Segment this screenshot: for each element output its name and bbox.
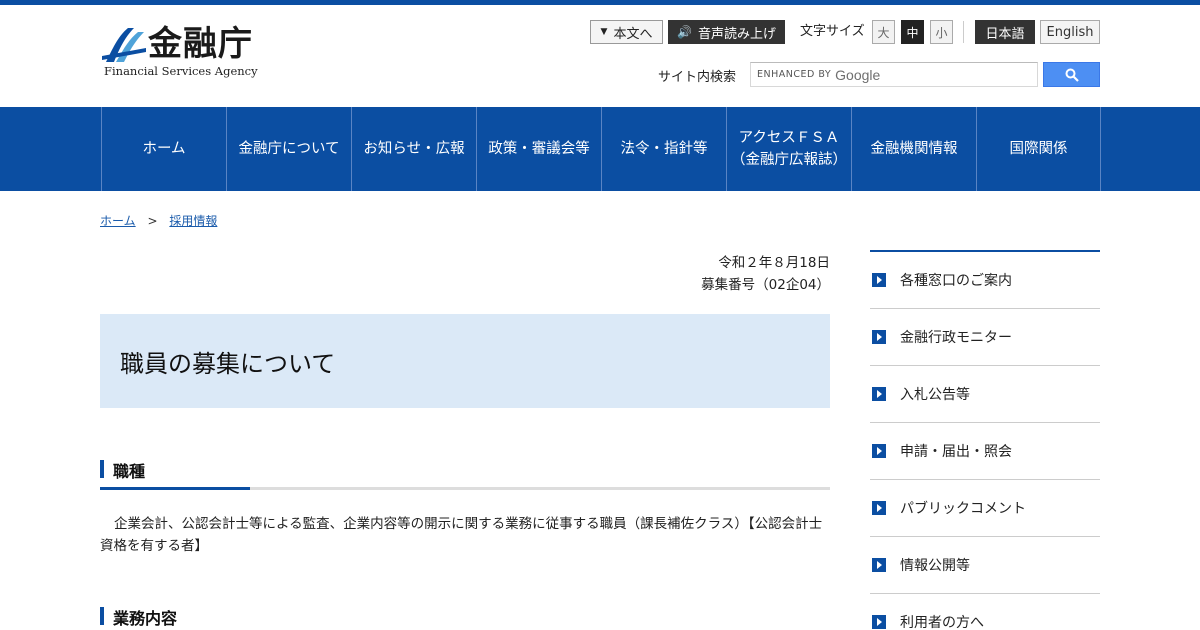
- breadcrumb: ホーム > 採用情報: [100, 212, 217, 229]
- arrow-right-icon: [872, 558, 886, 572]
- section-heading-job-type-text: 職種: [113, 462, 146, 481]
- sidebar-item-monitor[interactable]: 金融行政モニター: [870, 309, 1100, 366]
- date-block: 令和２年８月18日 募集番号（02企04）: [701, 252, 830, 296]
- fsa-logo-mark-icon: [102, 28, 146, 62]
- nav-item-home[interactable]: ホーム: [101, 107, 226, 191]
- sidebar-item-bidding[interactable]: 入札公告等: [870, 366, 1100, 423]
- section-heading-duties-text: 業務内容: [113, 609, 178, 628]
- sidebar-menu: 各種窓口のご案内 金融行政モニター 入札公告等 申請・届出・照会 パブリックコメ…: [870, 250, 1100, 630]
- skip-to-content-button[interactable]: ▼ 本文へ: [590, 20, 663, 44]
- site-search-label: サイト内検索: [658, 70, 737, 85]
- sidebar-item-label: 入札公告等: [900, 387, 970, 403]
- sidebar-item-disclosure[interactable]: 情報公開等: [870, 537, 1100, 594]
- site-search-input[interactable]: ENHANCED BY Google: [750, 62, 1038, 87]
- logo-japanese-text: 金融庁: [148, 24, 253, 64]
- nav-item-news[interactable]: お知らせ・広報: [351, 107, 476, 191]
- arrow-right-icon: [872, 387, 886, 401]
- search-enhanced-text: ENHANCED BY: [757, 69, 832, 80]
- nav-item-about[interactable]: 金融庁について: [226, 107, 351, 191]
- page-title-box: 職員の募集について: [100, 314, 830, 408]
- nav-item-laws[interactable]: 法令・指針等: [601, 107, 726, 191]
- breadcrumb-recruit-link[interactable]: 採用情報: [169, 214, 217, 228]
- search-google-text: Google: [835, 66, 881, 83]
- breadcrumb-separator: >: [147, 214, 158, 228]
- voice-reading-label: 音声読み上げ: [697, 26, 776, 42]
- nav-item-policy[interactable]: 政策・審議会等: [476, 107, 601, 191]
- publish-date: 令和２年８月18日: [718, 255, 830, 271]
- font-size-medium-button[interactable]: 中: [901, 20, 924, 44]
- arrow-right-icon: [872, 273, 886, 287]
- font-size-label: 文字サイズ: [800, 24, 865, 39]
- logo-english-text: Financial Services Agency: [104, 64, 258, 78]
- arrow-right-icon: [872, 615, 886, 629]
- sidebar-item-label: 利用者の方へ: [900, 615, 984, 630]
- heading-bar: [100, 607, 104, 625]
- search-button[interactable]: [1043, 62, 1100, 87]
- arrow-right-icon: [872, 330, 886, 344]
- language-japanese-button[interactable]: 日本語: [975, 20, 1035, 44]
- heading-underline-accent: [100, 487, 250, 490]
- sidebar-item-applications[interactable]: 申請・届出・照会: [870, 423, 1100, 480]
- nav-item-international[interactable]: 国際関係: [976, 107, 1101, 191]
- nav-item-institutions[interactable]: 金融機関情報: [851, 107, 976, 191]
- arrow-right-icon: [872, 444, 886, 458]
- language-english-button[interactable]: English: [1040, 20, 1100, 44]
- sidebar-item-contacts[interactable]: 各種窓口のご案内: [870, 252, 1100, 309]
- sidebar-item-label: 各種窓口のご案内: [900, 273, 1012, 289]
- search-icon: [1065, 68, 1079, 82]
- heading-underline: [100, 487, 830, 490]
- sidebar-item-users[interactable]: 利用者の方へ: [870, 594, 1100, 630]
- arrow-right-icon: [872, 501, 886, 515]
- nav-item-access-fsa-label: アクセスＦＳＡ: [738, 130, 840, 146]
- sidebar-item-label: 情報公開等: [900, 558, 970, 574]
- top-accent-bar: [0, 0, 1200, 5]
- font-size-large-button[interactable]: 大: [872, 20, 895, 44]
- font-size-small-button[interactable]: 小: [930, 20, 953, 44]
- sidebar-item-label: 金融行政モニター: [900, 330, 1012, 346]
- nav-item-access-fsa-sub: （金融庁広報誌）: [731, 152, 847, 168]
- sidebar-item-label: 申請・届出・照会: [900, 444, 1012, 460]
- recruit-number: 募集番号（02企04）: [701, 277, 830, 293]
- global-nav: ホーム 金融庁について お知らせ・広報 政策・審議会等 法令・指針等 アクセスＦ…: [0, 107, 1200, 191]
- utility-divider: [963, 21, 964, 43]
- nav-item-access-fsa[interactable]: アクセスＦＳＡ （金融庁広報誌）: [726, 107, 851, 191]
- skip-to-content-label: 本文へ: [613, 26, 653, 42]
- triangle-down-icon: ▼: [600, 27, 608, 37]
- speaker-icon: 🔊: [677, 25, 692, 39]
- job-type-description: 企業会計、公認会計士等による監査、企業内容等の開示に関する業務に従事する職員（課…: [100, 516, 823, 554]
- heading-bar: [100, 460, 104, 478]
- sidebar-item-public-comment[interactable]: パブリックコメント: [870, 480, 1100, 537]
- fsa-logo[interactable]: 金融庁 Financial Services Agency: [102, 24, 262, 80]
- sidebar-item-label: パブリックコメント: [900, 501, 1026, 517]
- page-title: 職員の募集について: [120, 350, 336, 378]
- voice-reading-button[interactable]: 🔊 音声読み上げ: [668, 20, 785, 44]
- breadcrumb-home-link[interactable]: ホーム: [100, 214, 136, 228]
